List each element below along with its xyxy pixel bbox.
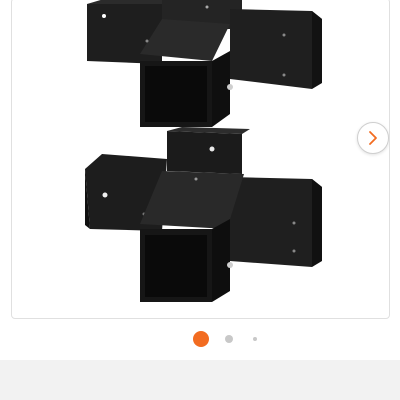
carousel-dot[interactable] [225, 335, 233, 343]
bracket-bottom [85, 127, 322, 302]
footer-band [0, 360, 400, 400]
chevron-right-icon [369, 131, 377, 145]
bracket-top [87, 0, 322, 127]
next-image-button[interactable] [357, 122, 389, 154]
carousel-pagination [0, 330, 400, 348]
product-image-gallery[interactable] [11, 0, 390, 319]
carousel-dot[interactable] [253, 337, 257, 341]
carousel-dot-active[interactable] [193, 331, 209, 347]
product-image[interactable] [12, 0, 389, 318]
